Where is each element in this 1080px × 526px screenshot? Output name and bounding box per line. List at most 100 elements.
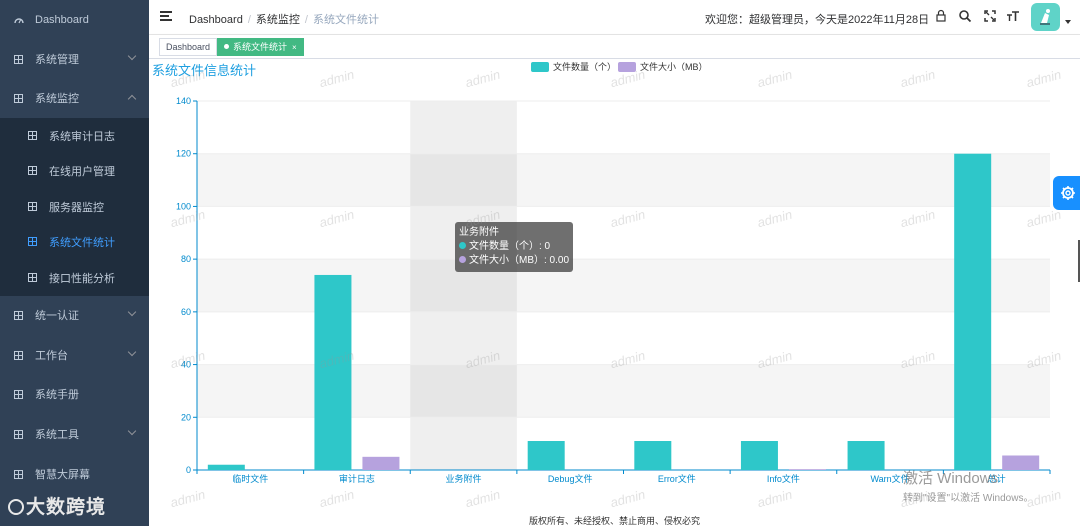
active-dot-icon <box>224 44 229 49</box>
bar <box>634 441 672 470</box>
breadcrumb-item[interactable]: 系统监控 <box>256 14 300 26</box>
grid-icon <box>14 93 23 103</box>
y-tick-label: 140 <box>176 96 191 106</box>
chevron-down-icon <box>127 51 137 61</box>
bar <box>954 153 992 470</box>
sidebar-subitem-audit-log[interactable]: 系统审计日志 <box>0 118 149 153</box>
sidebar-item-label: 系统工具 <box>35 429 79 441</box>
tags-view: Dashboard 系统文件统计 × <box>149 35 1080 59</box>
chevron-up-icon <box>127 94 137 104</box>
grid-band <box>197 153 1050 207</box>
sidebar-item-label: 系统管理 <box>35 54 79 66</box>
sidebar-item-unified-auth[interactable]: 统一认证 <box>0 295 149 335</box>
bar <box>847 441 885 470</box>
lock-icon[interactable] <box>934 9 948 23</box>
sidebar-item-label: 系统文件统计 <box>49 236 115 249</box>
submenu: 系统审计日志 在线用户管理 服务器监控 系统文件统计 接口性能分析 <box>0 118 149 296</box>
close-icon[interactable]: × <box>292 43 297 52</box>
legend-label: 文件数量（个） <box>553 61 616 72</box>
x-tick-label: 业务附件 <box>446 473 482 484</box>
navbar: Dashboard / 系统监控 / 系统文件统计 欢迎您：超级管理员，今天是2022年… <box>149 0 1080 35</box>
bar <box>314 274 352 470</box>
breadcrumb-item-current: 系统文件统计 <box>312 14 379 26</box>
sidebar-item-system-monitor[interactable]: 系统监控 <box>0 78 149 118</box>
grid-icon <box>14 310 23 320</box>
x-tick-label: Info文件 <box>767 473 800 484</box>
chart-title: 系统文件信息统计 <box>152 63 257 78</box>
sidebar-item-label: 工作台 <box>35 350 68 362</box>
tooltip-line: 文件大小（MB）: 0.00 <box>469 255 570 266</box>
tooltip-title: 业务附件 <box>459 227 499 238</box>
grid-icon <box>28 166 37 175</box>
sidebar: Dashboard 系统管理 系统监控 系统审计日志 在线用户管理 服务器监控 <box>0 0 149 526</box>
grid-icon <box>28 202 37 211</box>
settings-button[interactable] <box>1053 176 1080 210</box>
windows-activation-watermark: 激活 Windows 转到"设置"以激活 Windows。 <box>903 470 1034 504</box>
legend-dot-icon <box>459 242 466 249</box>
fullscreen-icon[interactable] <box>983 9 997 23</box>
sidebar-subitem-online-users[interactable]: 在线用户管理 <box>0 153 149 188</box>
sidebar-item-label: 系统手册 <box>35 389 79 401</box>
sidebar-item-label: 服务器监控 <box>49 201 104 214</box>
grid-icon <box>14 350 23 360</box>
sidebar-subitem-file-stats[interactable]: 系统文件统计 <box>0 224 149 259</box>
legend-label: 文件大小（MB） <box>640 61 708 72</box>
grid-icon <box>14 469 23 479</box>
avatar[interactable] <box>1031 3 1060 31</box>
dashboard-icon <box>14 18 24 24</box>
y-tick-label: 80 <box>181 254 191 264</box>
bar-chart: 0 20 40 60 80 100 120 140 临时文件 审计日志 业务附件 Debug文件 Err… <box>176 61 1051 484</box>
x-tick-label: 审计日志 <box>339 473 375 484</box>
legend-dot-icon <box>459 256 466 263</box>
sidebar-item-manual[interactable]: 系统手册 <box>0 374 149 414</box>
footer-copyright: 版权所有、未经授权、禁止商用、侵权必究 <box>528 516 700 526</box>
sidebar-item-tools[interactable]: 系统工具 <box>0 414 149 454</box>
sidebar-item-label: 接口性能分析 <box>49 272 115 285</box>
grid-icon <box>14 429 23 439</box>
sidebar-item-system-management[interactable]: 系统管理 <box>0 39 149 79</box>
chevron-down-icon <box>127 347 137 357</box>
chevron-down-icon <box>127 307 137 317</box>
sidebar-item-big-screen[interactable]: 智慧大屏幕 <box>0 454 149 494</box>
search-icon[interactable] <box>958 9 972 23</box>
sidebar-subitem-api-performance[interactable]: 接口性能分析 <box>0 260 149 295</box>
bar <box>740 441 778 470</box>
hamburger-icon[interactable] <box>160 11 172 21</box>
bar <box>207 464 245 470</box>
tag-dashboard[interactable]: Dashboard <box>159 38 218 56</box>
bar <box>527 441 565 470</box>
brand-name: 大数跨境 <box>26 497 107 518</box>
bar <box>788 469 826 470</box>
grid-icon <box>14 54 23 64</box>
grid-icon <box>28 131 37 140</box>
axis-pointer-shadow <box>410 101 517 470</box>
tag-file-stats[interactable]: 系统文件统计 × <box>217 38 304 56</box>
x-tick-label: Error文件 <box>658 473 696 484</box>
sidebar-item-label: 系统监控 <box>35 93 79 105</box>
sidebar-item-label: 在线用户管理 <box>49 165 115 178</box>
main-content: 0 20 40 60 80 100 120 140 临时文件 审计日志 业务附件 Debug文件 Err… <box>149 59 1080 526</box>
x-tick-label: Debug文件 <box>548 473 593 484</box>
tooltip-line: 文件数量（个）: 0 <box>469 241 551 252</box>
avatar-image <box>1040 9 1050 25</box>
grid-icon <box>14 389 23 399</box>
grid-icon <box>28 237 37 246</box>
sidebar-subitem-server-monitor[interactable]: 服务器监控 <box>0 189 149 224</box>
font-size-icon[interactable] <box>1006 9 1020 23</box>
bar <box>362 456 400 470</box>
caret-down-icon[interactable] <box>1065 20 1071 24</box>
y-tick-label: 0 <box>186 465 191 475</box>
sidebar-item-dashboard[interactable]: Dashboard <box>0 0 149 40</box>
y-tick-label: 60 <box>181 307 191 317</box>
y-tick-label: 120 <box>176 149 191 159</box>
chevron-down-icon <box>127 426 137 436</box>
y-tick-label: 100 <box>176 201 191 211</box>
sidebar-item-workbench[interactable]: 工作台 <box>0 335 149 375</box>
breadcrumb-item[interactable]: Dashboard <box>189 14 243 26</box>
chart-tooltip: 业务附件 文件数量（个）: 0 文件大小（MB）: 0.00 <box>455 222 573 272</box>
sidebar-item-label: Dashboard <box>35 14 89 26</box>
welcome-text: 欢迎您：超级管理员，今天是2022年11月28日 <box>705 14 930 26</box>
gear-icon <box>1061 186 1075 200</box>
y-tick-label: 40 <box>181 360 191 370</box>
logo-icon <box>8 499 24 515</box>
